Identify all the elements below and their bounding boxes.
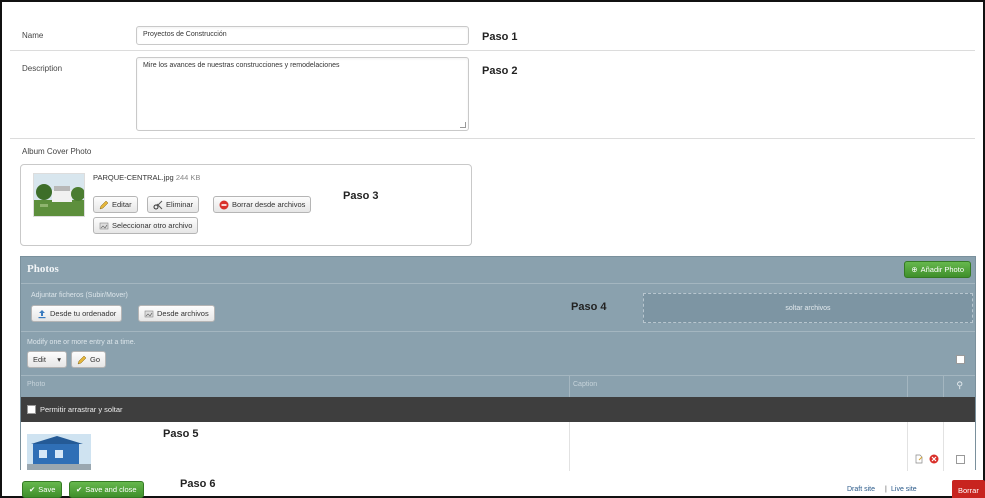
name-input[interactable]: Proyectos de Construcción [136,26,469,45]
pencil-icon [77,355,87,364]
bulk-action-select[interactable]: Edit ▾ [27,351,67,368]
save-label: Save [38,485,56,494]
link-separator: | [885,486,887,493]
delete-button[interactable]: Borrar [952,480,985,498]
remove-from-files-label: Borrar desde archivos [232,200,306,209]
caret-down-icon: ▾ [57,355,61,364]
edit-cover-label: Editar [112,200,132,209]
remove-from-files-button[interactable]: Borrar desde archivos [213,196,312,213]
go-button[interactable]: Go [71,351,107,368]
cover-photo-box: PARQUE-CENTRAL.jpg 244 KB Editar Elimina… [20,164,472,246]
upload-from-computer-button[interactable]: Desde tu ordenador [31,305,123,322]
description-label: Description [22,64,63,73]
folder-image-icon [99,222,109,229]
check-icon: ✔ [29,485,36,494]
bulk-hint: Modify one or more entry at a time. [27,339,136,346]
delete-cover-label: Eliminar [166,200,194,209]
search-icon[interactable]: ⚲ [956,380,963,391]
photo-row: Paso 5 [21,422,975,471]
panel-divider [21,375,975,376]
photos-title: Photos [27,263,59,275]
draft-site-link[interactable]: Draft site [847,486,875,493]
row-checkbox[interactable] [956,455,965,464]
delete-icon[interactable] [929,454,939,464]
add-photo-button[interactable]: ⊕ Añadir Photo [904,261,971,278]
select-other-file-button[interactable]: Seleccionar otro archivo [93,217,199,234]
paso-5-label: Paso 5 [163,428,199,440]
drag-drop-label: Permitir arrastrar y soltar [40,405,123,414]
upload-from-files-label: Desde archivos [157,309,209,318]
photos-panel: Photos ⊕ Añadir Photo Adjuntar ficheros … [20,256,976,471]
resize-handle-icon[interactable] [460,122,466,128]
go-label: Go [90,355,101,364]
column-divider [569,375,570,397]
paso-6-label: Paso 6 [180,478,216,490]
cover-label: Album Cover Photo [22,147,92,156]
select-all-checkbox[interactable] [956,355,965,366]
upload-icon [38,309,46,318]
photo-thumbnail[interactable] [27,434,91,470]
select-other-file-label: Seleccionar otro archivo [112,221,193,230]
cover-thumbnail[interactable] [33,173,85,217]
bulk-action-value: Edit [33,355,46,364]
cover-filename: PARQUE-CENTRAL.jpg [93,173,174,182]
upload-hint: Adjuntar ficheros (Subir/Mover) [31,292,128,299]
drag-drop-bar: Permitir arrastrar y soltar [21,397,975,422]
name-label: Name [22,31,44,40]
column-divider [943,375,944,397]
upload-from-files-button[interactable]: Desde archivos [138,305,215,322]
paso-4-label: Paso 4 [571,301,607,313]
save-button[interactable]: ✔ Save [22,481,63,498]
paso-3-label: Paso 3 [343,190,379,202]
cover-file-info: PARQUE-CENTRAL.jpg 244 KB [93,173,200,182]
delete-cover-button[interactable]: Eliminar [147,196,200,213]
no-entry-icon [219,200,229,209]
upload-from-computer-label: Desde tu ordenador [50,309,117,318]
column-divider [943,422,944,471]
save-and-close-button[interactable]: ✔ Save and close [69,481,144,498]
column-divider [907,375,908,397]
description-text: Mire los avances de nuestras construccio… [143,62,340,69]
pencil-icon [99,200,109,209]
column-divider [569,422,570,471]
column-caption-header[interactable]: Caption [573,381,597,388]
paso-1-label: Paso 1 [482,31,518,43]
edit-cover-button[interactable]: Editar [93,196,138,213]
editor-frame: Name Proyectos de Construcción Paso 1 De… [0,0,985,498]
column-photo-header[interactable]: Photo [27,381,45,388]
add-photo-label: Añadir Photo [920,265,964,274]
panel-divider [21,283,975,284]
edit-document-icon[interactable] [914,454,924,464]
drag-drop-checkbox[interactable] [27,405,36,414]
folder-image-icon [144,310,154,317]
column-divider [907,422,908,471]
scissors-icon [153,200,163,209]
save-and-close-label: Save and close [85,485,137,494]
check-icon: ✔ [76,485,83,494]
cover-filesize: 244 KB [175,173,201,182]
paso-2-label: Paso 2 [482,65,518,77]
description-textarea[interactable]: Mire los avances de nuestras construccio… [136,57,469,131]
drop-zone[interactable]: soltar archivos [643,293,973,323]
live-site-link[interactable]: Live site [891,486,917,493]
plus-icon: ⊕ [911,265,918,274]
panel-divider [21,331,975,332]
divider [10,138,975,139]
divider [10,50,975,51]
